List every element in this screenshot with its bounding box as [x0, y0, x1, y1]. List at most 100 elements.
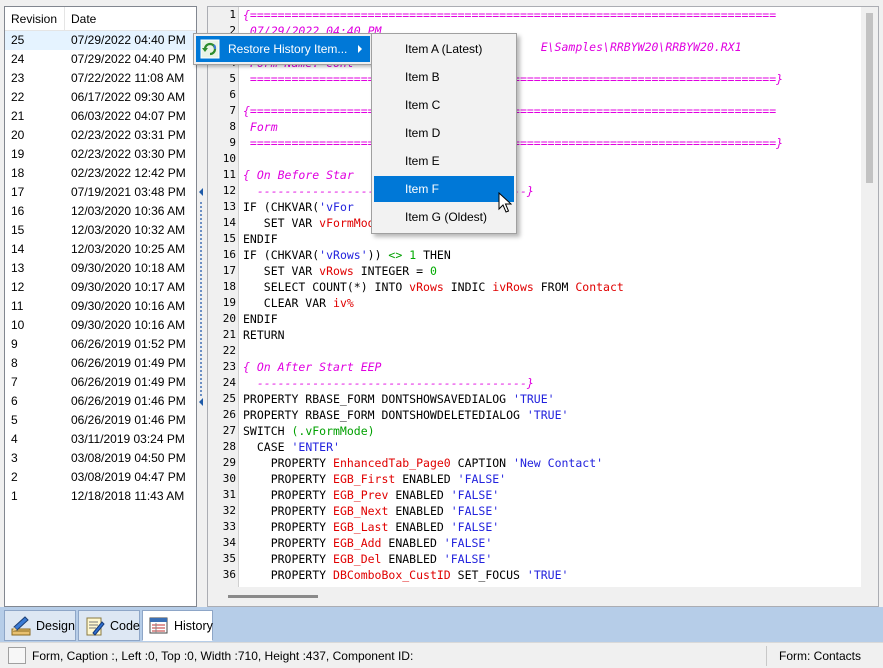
splitter-grip[interactable]	[200, 202, 202, 396]
revision-row[interactable]: 5 06/26/2019 01:46 PM	[5, 411, 196, 430]
line-number: 7	[229, 104, 236, 117]
vertical-scroll-thumb[interactable]	[866, 13, 873, 183]
code-line[interactable]: SET VAR vFormMode TEXT = 'EDIT'	[243, 215, 860, 231]
code-line[interactable]: ENDIF	[243, 231, 860, 247]
tab-design[interactable]: Design	[4, 610, 76, 641]
history-submenu-item[interactable]: Item B	[374, 64, 514, 90]
code-line[interactable]: ========================================…	[243, 71, 860, 87]
revision-row[interactable]: 19 02/23/2022 03:30 PM	[5, 145, 196, 164]
revision-row[interactable]: 25 07/29/2022 04:40 PM	[5, 31, 196, 50]
revision-row[interactable]: 20 02/23/2022 03:31 PM	[5, 126, 196, 145]
revision-row[interactable]: 13 09/30/2020 10:18 AM	[5, 259, 196, 278]
line-number: 34	[222, 536, 236, 549]
revision-row[interactable]: 6 06/26/2019 01:46 PM	[5, 392, 196, 411]
revision-number: 15	[11, 223, 25, 237]
code-line[interactable]: SELECT COUNT(*) INTO vRows INDIC ivRows …	[243, 279, 860, 295]
revision-row[interactable]: 4 03/11/2019 03:24 PM	[5, 430, 196, 449]
code-line[interactable]: PROPERTY DBComboBox_CustID SET_FOCUS 'TR…	[243, 567, 860, 583]
code-line[interactable]: PROPERTY EGB_Prev ENABLED 'FALSE'	[243, 487, 860, 503]
line-number: 6	[229, 88, 236, 101]
code-line[interactable]: IF (CHKVAR('vFor	[243, 199, 860, 215]
revision-row[interactable]: 9 06/26/2019 01:52 PM	[5, 335, 196, 354]
history-submenu-item[interactable]: Item G (Oldest)	[374, 204, 514, 230]
code-line[interactable]: PROPERTY EnhancedTab_Page0 CAPTION 'New …	[243, 455, 860, 471]
code-line[interactable]: ENDIF	[243, 311, 860, 327]
code-line[interactable]: PROPERTY EGB_Next ENABLED 'FALSE'	[243, 503, 860, 519]
revision-row[interactable]: 1 12/18/2018 11:43 AM	[5, 487, 196, 506]
history-submenu-item[interactable]: Item A (Latest)	[374, 36, 514, 62]
restore-history-item-menu-item[interactable]: Restore History Item...	[196, 36, 370, 62]
code-line[interactable]: CASE 'ENTER'	[243, 439, 860, 455]
code-line[interactable]: ========================================…	[243, 135, 860, 151]
tab-code[interactable]: Code	[78, 610, 140, 641]
line-number: 11	[222, 168, 236, 181]
code-line[interactable]	[243, 151, 860, 167]
tab-history[interactable]: History	[142, 610, 213, 641]
revision-number: 4	[11, 432, 18, 446]
code-line[interactable]: CLEAR VAR iv%	[243, 295, 860, 311]
code-token: PROPERTY	[243, 456, 334, 470]
tab-code-label: Code	[110, 618, 140, 633]
code-token: 'TRUE'	[526, 408, 569, 422]
revision-row[interactable]: 2 03/08/2019 04:47 PM	[5, 468, 196, 487]
code-line[interactable]	[243, 343, 860, 359]
revision-row[interactable]: 12 09/30/2020 10:17 AM	[5, 278, 196, 297]
code-line[interactable]: {=======================================…	[243, 103, 860, 119]
code-line[interactable]: { On After Start EEP	[243, 359, 860, 375]
horizontal-scroll-thumb[interactable]	[228, 595, 318, 598]
code-viewer[interactable]: 1234567891011121314151617181920212223242…	[207, 6, 879, 607]
revision-row[interactable]: 11 09/30/2020 10:16 AM	[5, 297, 196, 316]
code-token: PROPERTY	[243, 472, 334, 486]
revision-row[interactable]: 16 12/03/2020 10:36 AM	[5, 202, 196, 221]
collapse-left-arrow-icon[interactable]	[199, 188, 203, 196]
panel-splitter[interactable]	[198, 6, 206, 607]
revision-row[interactable]: 10 09/30/2020 10:16 AM	[5, 316, 196, 335]
code-token: vRows	[319, 264, 354, 278]
history-submenu-item[interactable]: Item F	[374, 176, 514, 202]
column-header-revision[interactable]: Revision	[5, 7, 65, 30]
code-line[interactable]: ---------------------------------------}	[243, 375, 860, 391]
code-line[interactable]	[243, 87, 860, 103]
code-token: vRows	[409, 280, 444, 294]
revision-row[interactable]: 7 06/26/2019 01:49 PM	[5, 373, 196, 392]
code-line[interactable]: IF (CHKVAR('vRows')) <> 1 THEN	[243, 247, 860, 263]
code-line[interactable]: PROPERTY EGB_Add ENABLED 'FALSE'	[243, 535, 860, 551]
revision-date: 09/30/2020 10:18 AM	[71, 261, 186, 275]
code-line[interactable]: PROPERTY EGB_Del ENABLED 'FALSE'	[243, 551, 860, 567]
revision-row[interactable]: 18 02/23/2022 12:42 PM	[5, 164, 196, 183]
code-line[interactable]: Form	[243, 119, 860, 135]
revision-row[interactable]: 22 06/17/2022 09:30 AM	[5, 88, 196, 107]
revision-list[interactable]: Revision Date 25 07/29/2022 04:40 PM 24 07/…	[4, 6, 197, 607]
code-line[interactable]: PROPERTY EGB_Last ENABLED 'FALSE'	[243, 519, 860, 535]
history-submenu-item[interactable]: Item D	[374, 120, 514, 146]
code-line[interactable]: PROPERTY EGB_First ENABLED 'FALSE'	[243, 471, 860, 487]
code-line[interactable]: SET VAR vRows INTEGER = 0	[243, 263, 860, 279]
code-line[interactable]: ---------------------------------------}	[243, 183, 860, 199]
column-header-date[interactable]: Date	[65, 7, 96, 30]
code-line[interactable]: SWITCH (.vFormMode)	[243, 423, 860, 439]
revision-number: 21	[11, 109, 25, 123]
history-submenu-item[interactable]: Item C	[374, 92, 514, 118]
code-line[interactable]: { On Before Star	[243, 167, 860, 183]
horizontal-scrollbar[interactable]	[208, 587, 878, 606]
code-text[interactable]: {=======================================…	[243, 7, 860, 587]
collapse-left-arrow-icon[interactable]	[199, 398, 203, 406]
revision-row[interactable]: 15 12/03/2020 10:32 AM	[5, 221, 196, 240]
code-line[interactable]: {=======================================…	[243, 7, 860, 23]
line-number: 20	[222, 312, 236, 325]
revision-row[interactable]: 23 07/22/2022 11:08 AM	[5, 69, 196, 88]
code-line[interactable]: PROPERTY RBASE_FORM DONTSHOWDELETEDIALOG…	[243, 407, 860, 423]
revision-row[interactable]: 21 06/03/2022 04:07 PM	[5, 107, 196, 126]
code-line[interactable]: RETURN	[243, 327, 860, 343]
revision-row[interactable]: 14 12/03/2020 10:25 AM	[5, 240, 196, 259]
history-submenu-item[interactable]: Item E	[374, 148, 514, 174]
revision-row[interactable]: 24 07/29/2022 04:40 PM	[5, 50, 196, 69]
revision-row[interactable]: 3 03/08/2019 04:50 PM	[5, 449, 196, 468]
revision-row[interactable]: 17 07/19/2021 03:48 PM	[5, 183, 196, 202]
code-token: ivRows	[492, 280, 534, 294]
context-menu: Restore History Item...	[193, 33, 373, 65]
revision-row[interactable]: 8 06/26/2019 01:49 PM	[5, 354, 196, 373]
vertical-scrollbar[interactable]	[861, 7, 878, 587]
line-number: 14	[222, 216, 236, 229]
code-line[interactable]: PROPERTY RBASE_FORM DONTSHOWSAVEDIALOG '…	[243, 391, 860, 407]
